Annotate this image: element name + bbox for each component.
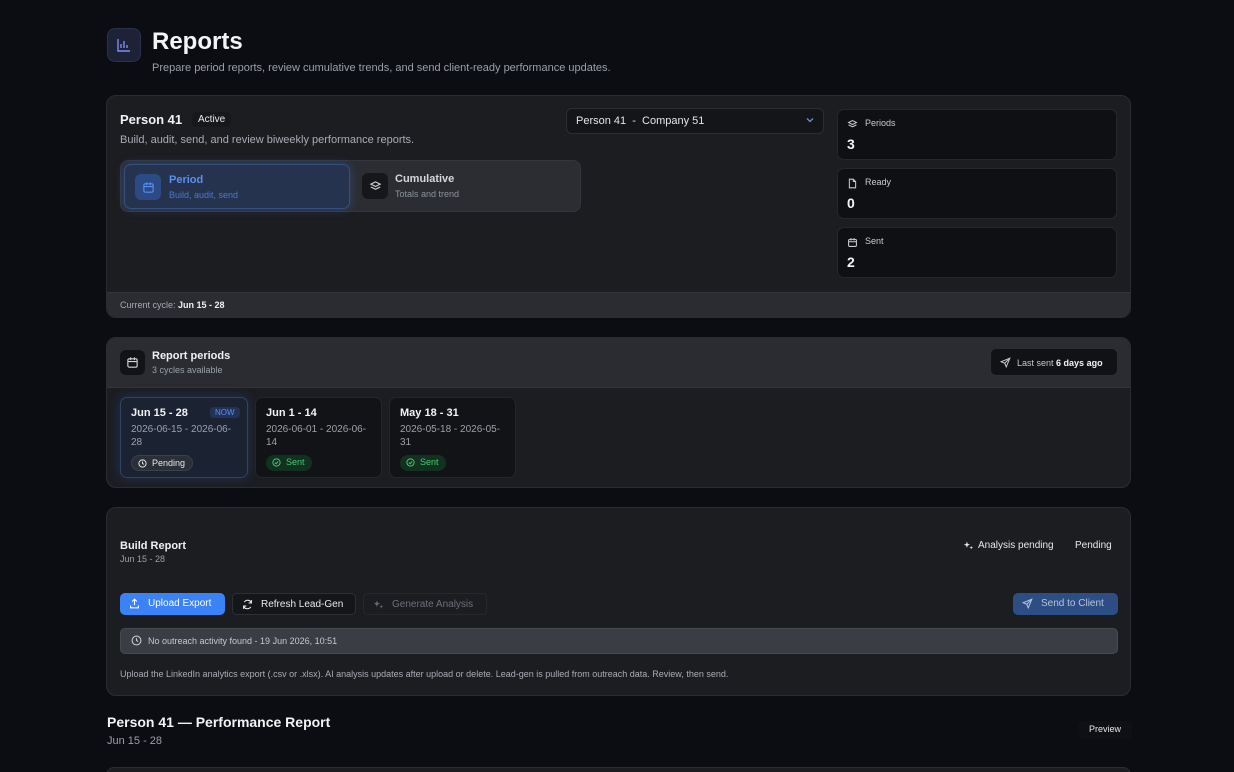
report-preview-panel <box>106 767 1131 772</box>
check-circle-icon <box>272 458 281 469</box>
last-sent-value: 6 days ago <box>1056 358 1103 368</box>
calendar-icon <box>135 174 161 200</box>
outreach-notice: No outreach activity found - 19 Jun 2026… <box>120 628 1118 654</box>
report-periods-header <box>107 338 1130 388</box>
tab-period-title: Period <box>169 174 204 186</box>
period-card-range: 2026-06-01 - 2026-06-14 <box>266 424 367 448</box>
period-card-range: 2026-06-15 - 2026-06-28 <box>131 424 232 448</box>
page-subtitle: Prepare period reports, review cumulativ… <box>152 62 611 74</box>
preview-button[interactable]: Preview <box>1078 721 1132 739</box>
now-badge: NOW <box>210 407 240 418</box>
status-badge-label: Sent <box>420 457 439 467</box>
period-card[interactable]: Jun 15 - 28 NOW 2026-06-15 - 2026-06-28 … <box>120 397 248 478</box>
page-title: Reports <box>152 28 243 55</box>
status-badge: Sent <box>400 455 446 471</box>
period-card-title: May 18 - 31 <box>400 407 459 419</box>
current-cycle-value: Jun 15 - 28 <box>178 300 225 310</box>
upload-export-label: Upload Export <box>148 598 212 609</box>
performance-report-title: Person 41 — Performance Report <box>107 714 331 730</box>
layers-icon <box>362 173 388 199</box>
tab-cumulative-subtitle: Totals and trend <box>395 189 460 199</box>
stat-value: 2 <box>847 254 855 270</box>
refresh-lead-gen-button[interactable]: Refresh Lead-Gen <box>232 593 356 615</box>
stat-ready: Ready 0 <box>837 168 1117 219</box>
report-periods-title: Report periods <box>152 350 231 362</box>
analysis-status-label: Analysis pending <box>978 540 1054 551</box>
report-status: Pending <box>1075 540 1112 551</box>
sparkles-icon <box>963 540 974 554</box>
report-periods-subtitle: 3 cycles available <box>152 365 223 375</box>
clock-icon <box>131 635 142 648</box>
outreach-notice-text: No outreach activity found - 19 Jun 2026… <box>148 636 338 646</box>
generate-analysis-label: Generate Analysis <box>392 599 474 610</box>
send-to-client-button[interactable]: Send to Client <box>1013 593 1118 615</box>
calendar-icon <box>847 235 858 253</box>
period-card-title: Jun 15 - 28 <box>131 407 188 419</box>
status-badge-label: Pending <box>152 458 186 468</box>
account-select-value: Person 41 - Company 51 <box>576 115 705 127</box>
overview-panel: Person 41 Active Build, audit, send, and… <box>106 95 1131 318</box>
check-circle-icon <box>406 458 415 469</box>
report-periods-panel: Report periods 3 cycles available Last s… <box>106 337 1131 488</box>
status-badge: Pending <box>131 455 194 471</box>
stat-label: Sent <box>865 236 884 246</box>
tab-period-subtitle: Build, audit, send <box>169 190 239 200</box>
build-report-subtitle: Jun 15 - 28 <box>120 554 166 564</box>
stat-label: Periods <box>865 118 896 128</box>
tab-period[interactable]: Period Build, audit, send <box>124 164 350 209</box>
sparkles-icon <box>373 599 384 613</box>
calendar-icon <box>120 350 145 375</box>
current-cycle-label: Current cycle: <box>120 300 176 310</box>
upload-icon <box>129 598 140 612</box>
build-report-panel: Build Report Jun 15 - 28 Analysis pendin… <box>106 507 1131 696</box>
status-badge: Sent <box>266 455 312 471</box>
reports-icon <box>107 28 141 62</box>
tab-cumulative-title: Cumulative <box>395 173 455 185</box>
performance-report-subtitle: Jun 15 - 28 <box>107 735 163 747</box>
current-cycle: Current cycle: Jun 15 - 28 <box>107 292 1130 317</box>
generate-analysis-button[interactable]: Generate Analysis <box>363 593 487 615</box>
stat-periods: Periods 3 <box>837 109 1117 160</box>
send-icon <box>1021 598 1033 612</box>
refresh-icon <box>242 599 253 613</box>
send-to-client-label: Send to Client <box>1041 598 1104 609</box>
file-icon <box>847 176 858 194</box>
clock-icon <box>138 459 147 470</box>
tab-cumulative[interactable]: Cumulative Totals and trend <box>354 164 578 209</box>
period-card[interactable]: May 18 - 31 2026-05-18 - 2026-05-31 Sent <box>389 397 516 478</box>
period-card-range: 2026-05-18 - 2026-05-31 <box>400 424 501 448</box>
stat-sent: Sent 2 <box>837 227 1117 278</box>
period-card[interactable]: Jun 1 - 14 2026-06-01 - 2026-06-14 Sent <box>255 397 382 478</box>
upload-export-button[interactable]: Upload Export <box>120 593 225 615</box>
stat-value: 3 <box>847 136 855 152</box>
stat-value: 0 <box>847 195 855 211</box>
last-sent-label: Last sent <box>1017 358 1054 368</box>
overview-description: Build, audit, send, and review biweekly … <box>120 134 415 146</box>
send-icon <box>999 357 1011 370</box>
status-badge-label: Sent <box>286 457 305 467</box>
mode-switch: Period Build, audit, send Cumulative Tot… <box>120 160 581 212</box>
account-select[interactable]: Person 41 - Company 51 <box>566 108 824 134</box>
last-sent-badge: Last sent 6 days ago <box>990 348 1118 376</box>
person-name: Person 41 <box>120 112 183 127</box>
chevron-down-icon <box>805 115 815 128</box>
build-report-title: Build Report <box>120 540 186 552</box>
stat-label: Ready <box>865 177 892 187</box>
analysis-status: Analysis pending <box>963 540 1054 551</box>
status-badge: Active <box>192 112 232 127</box>
build-help-text: Upload the LinkedIn analytics export (.c… <box>120 669 729 679</box>
layers-icon <box>847 117 858 135</box>
period-card-title: Jun 1 - 14 <box>266 407 317 419</box>
refresh-lead-gen-label: Refresh Lead-Gen <box>261 599 344 610</box>
